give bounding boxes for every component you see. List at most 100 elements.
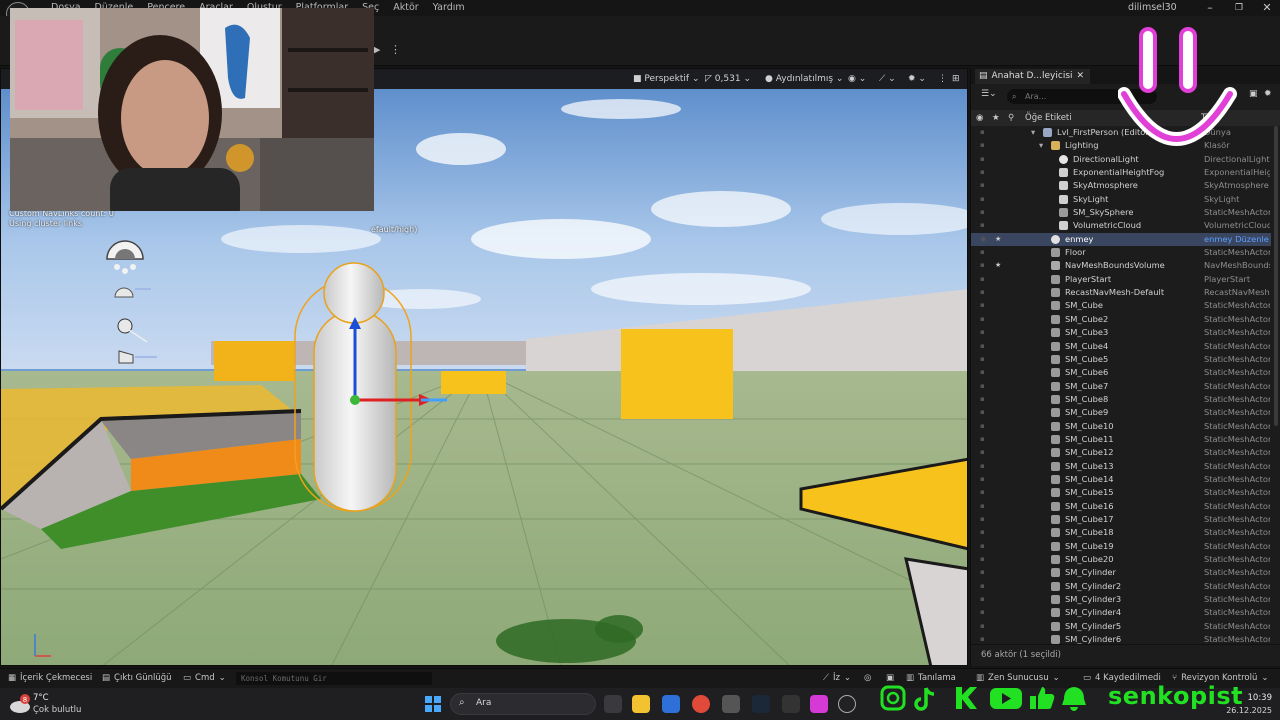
outliner-row[interactable]: ▪ SM_Cube19 StaticMeshActor (971, 540, 1271, 553)
visibility-toggle-icon[interactable]: ▪ (980, 166, 985, 179)
visibility-toggle-icon[interactable]: ▪ (980, 139, 985, 152)
outliner-row[interactable]: ▪ SM_Cube8 StaticMeshActor (971, 393, 1271, 406)
visibility-toggle-icon[interactable]: ▪ (980, 366, 985, 379)
console-command-input[interactable]: Konsol Komutunu Gir (236, 672, 432, 685)
outliner-row[interactable]: ▪ PlayerStart PlayerStart (971, 273, 1271, 286)
visibility-toggle-icon[interactable]: ▪ (980, 340, 985, 353)
output-log-button[interactable]: ▤ Çıktı Günlüğü (102, 673, 172, 683)
outliner-scrollbar[interactable] (1274, 126, 1278, 426)
outliner-row[interactable]: ▪ ★ NavMeshBoundsVolume NavMeshBounds (971, 259, 1271, 272)
settings-gear-icon[interactable]: ✹ (1264, 89, 1272, 99)
restore-icon[interactable]: ❐ (1224, 0, 1254, 16)
outliner-row[interactable]: ▪ SM_Cylinder2 StaticMeshActor (971, 580, 1271, 593)
outliner-row[interactable]: ▪ SM_Cylinder4 StaticMeshActor (971, 606, 1271, 619)
store-icon[interactable] (662, 695, 680, 713)
viewport-settings-button[interactable]: ✹ ⌄ (904, 72, 930, 86)
visibility-toggle-icon[interactable]: ▪ (980, 286, 985, 299)
outliner-row[interactable]: ▪ SM_Cube13 StaticMeshActor (971, 460, 1271, 473)
visibility-toggle-icon[interactable]: ▪ (980, 420, 985, 433)
visibility-toggle-icon[interactable]: ▪ (980, 580, 985, 593)
fov-dropdown[interactable]: ◸ 0,531 ⌄ (701, 72, 755, 86)
visibility-toggle-icon[interactable]: ▪ (980, 553, 985, 566)
outliner-row[interactable]: ▪ SM_Cube5 StaticMeshActor (971, 353, 1271, 366)
content-drawer-button[interactable]: ▦ İçerik Çekmecesi (8, 673, 92, 683)
trace-dropdown[interactable]: ⟋ İz ⌄ (823, 673, 851, 683)
outliner-row[interactable]: ▪ SM_Cube11 StaticMeshActor (971, 433, 1271, 446)
outliner-row[interactable]: ▪ SM_Cube9 StaticMeshActor (971, 406, 1271, 419)
close-tab-icon[interactable]: ✕ (1077, 69, 1085, 84)
show-flags-button[interactable]: ◉ ⌄ (844, 72, 870, 86)
visibility-toggle-icon[interactable]: ▪ (980, 273, 985, 286)
close-icon[interactable]: ✕ (1252, 0, 1280, 16)
directional-light-icon[interactable] (113, 314, 153, 344)
visibility-toggle-icon[interactable]: ▪ (980, 486, 985, 499)
snap-button[interactable]: ⟋ ⌄ (875, 72, 900, 86)
visibility-toggle-icon[interactable]: ▪ (980, 193, 985, 206)
visibility-toggle-icon[interactable]: ▪ (980, 246, 985, 259)
visibility-toggle-icon[interactable]: ▪ (980, 593, 985, 606)
weather-cloud-icon[interactable]: 8 (8, 694, 32, 714)
expand-chevron-icon[interactable]: ▾ (1039, 139, 1043, 152)
chrome-icon[interactable] (692, 695, 710, 713)
outliner-row[interactable]: ▪ SM_SkySphere StaticMeshActor (971, 206, 1271, 219)
visibility-toggle-icon[interactable]: ▪ (980, 313, 985, 326)
visibility-toggle-icon[interactable]: ▪ (980, 406, 985, 419)
outliner-row[interactable]: ▪ SM_Cube4 StaticMeshActor (971, 340, 1271, 353)
file-explorer-icon[interactable] (632, 695, 650, 713)
weather-temperature[interactable]: 7°C (33, 693, 49, 703)
outliner-row[interactable]: ▪ SM_Cube20 StaticMeshActor (971, 553, 1271, 566)
menu-item[interactable]: Aktör (386, 1, 425, 15)
favorite-star-icon[interactable]: ★ (995, 259, 1001, 272)
visibility-toggle-icon[interactable]: ▪ (980, 566, 985, 579)
outliner-row[interactable]: ▪ SM_Cube6 StaticMeshActor (971, 366, 1271, 379)
visibility-toggle-icon[interactable]: ▪ (980, 326, 985, 339)
outliner-row[interactable]: ▪ Floor StaticMeshActor (971, 246, 1271, 259)
visibility-toggle-icon[interactable]: ▪ (980, 126, 985, 139)
outliner-row[interactable]: ▪ SM_Cube10 StaticMeshActor (971, 420, 1271, 433)
outliner-tab[interactable]: ▤ Anahat D...leyicisi ✕ (975, 69, 1091, 84)
expand-chevron-icon[interactable]: ▾ (1031, 126, 1035, 139)
taskbar-search-box[interactable]: ⌕ Ara (450, 693, 596, 715)
outliner-row[interactable]: ▪ SM_Cube16 StaticMeshActor (971, 500, 1271, 513)
epic-games-icon[interactable] (782, 695, 800, 713)
visibility-toggle-icon[interactable]: ▪ (980, 446, 985, 459)
visibility-toggle-icon[interactable]: ▪ (980, 620, 985, 633)
outliner-row[interactable]: ▪ SM_Cube2 StaticMeshActor (971, 313, 1271, 326)
visibility-toggle-icon[interactable]: ▪ (980, 380, 985, 393)
skylight-icon[interactable] (111, 279, 155, 301)
app-icon[interactable] (810, 695, 828, 713)
favorite-star-icon[interactable]: ★ (995, 233, 1001, 246)
outliner-row[interactable]: ▪ SM_Cylinder StaticMeshActor (971, 566, 1271, 579)
outliner-row[interactable]: ▪ RecastNavMesh-Default RecastNavMesh (971, 286, 1271, 299)
outliner-row[interactable]: ▪ SM_Cube17 StaticMeshActor (971, 513, 1271, 526)
outliner-row[interactable]: ▪ SM_Cube7 StaticMeshActor (971, 380, 1271, 393)
favorite-column-icon[interactable]: ★ (992, 110, 1000, 126)
visibility-toggle-icon[interactable]: ▪ (980, 259, 985, 272)
visibility-toggle-icon[interactable]: ▪ (980, 433, 985, 446)
outliner-row[interactable]: ▪ SM_Cube StaticMeshActor (971, 299, 1271, 312)
outliner-row[interactable]: ▪ SM_Cube12 StaticMeshActor (971, 446, 1271, 459)
outliner-row[interactable]: ◉ ★ enmey enmey Düzenle (971, 232, 1271, 247)
visibility-toggle-icon[interactable]: ▪ (980, 353, 985, 366)
visibility-toggle-icon[interactable]: ▪ (980, 473, 985, 486)
outliner-row[interactable]: ▪ SkyLight SkyLight (971, 193, 1271, 206)
weather-description[interactable]: Çok bulutlu (33, 705, 81, 715)
visibility-toggle-icon[interactable]: ▪ (980, 500, 985, 513)
outliner-row[interactable]: ▪ SM_Cube14 StaticMeshActor (971, 473, 1271, 486)
visibility-toggle-icon[interactable]: ▪ (980, 206, 985, 219)
viewport-layout-icon[interactable]: ⊞ (948, 72, 964, 86)
visibility-toggle-icon[interactable]: ▪ (980, 393, 985, 406)
new-folder-icon[interactable]: ▣ (1249, 89, 1258, 99)
visibility-toggle-icon[interactable]: ▪ (980, 513, 985, 526)
record-icon[interactable]: ◎ (864, 673, 871, 683)
filter-icon[interactable]: ☰⌄ (981, 89, 997, 99)
skyatmosphere-icon[interactable] (101, 233, 149, 279)
visibility-toggle-icon[interactable]: ◉ (980, 233, 986, 246)
obs-icon[interactable] (722, 695, 740, 713)
unreal-engine-icon[interactable] (838, 695, 856, 713)
column-item-label[interactable]: Öğe Etiketi (1025, 110, 1072, 126)
outliner-row[interactable]: ▪ VolumetricCloud VolumetricCloud (971, 219, 1271, 232)
visibility-toggle-icon[interactable]: ▪ (980, 606, 985, 619)
outliner-row[interactable]: ▪ SM_Cube3 StaticMeshActor (971, 326, 1271, 339)
visibility-toggle-icon[interactable]: ▪ (980, 179, 985, 192)
